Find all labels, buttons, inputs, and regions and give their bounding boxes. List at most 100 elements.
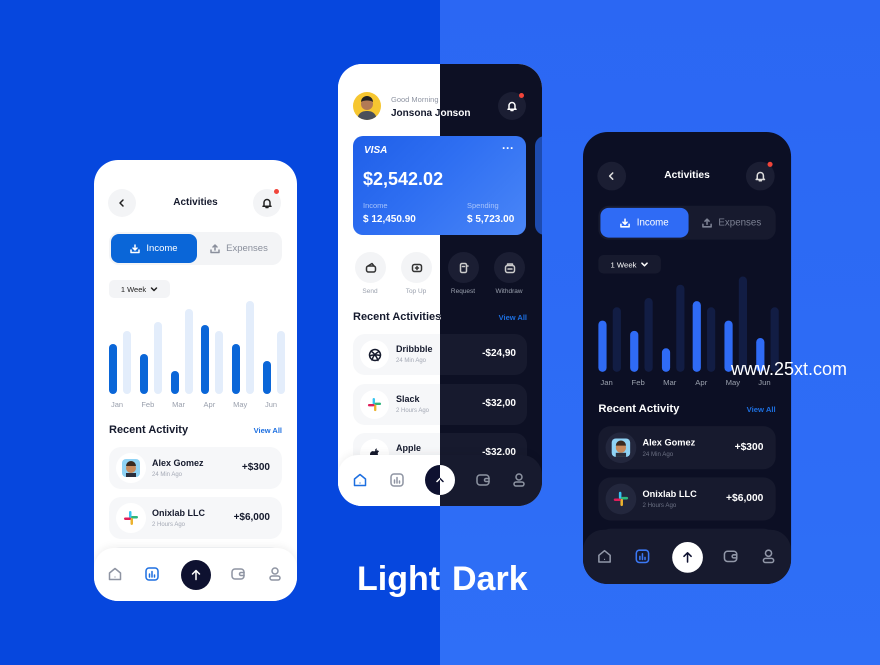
send-label: Send [362, 288, 378, 295]
month-label: May [233, 400, 248, 409]
nav-stats-icon[interactable] [144, 566, 160, 582]
wallet-send-icon [365, 262, 376, 273]
withdraw-icon [504, 262, 515, 273]
nav-wallet-icon[interactable] [475, 472, 491, 488]
nav-home-icon[interactable] [107, 566, 123, 582]
comparison-bar-mar[interactable] [675, 284, 685, 372]
month-label: Jan [600, 378, 613, 388]
top-up-button[interactable] [401, 252, 432, 283]
card-brand: VISA [364, 145, 388, 156]
dribbble-icon [360, 340, 389, 369]
top-up-label: Top Up [405, 288, 427, 295]
row-amount: -$24,90 [482, 348, 516, 359]
nav-stats-icon[interactable] [634, 548, 650, 564]
activity-row[interactable]: Onixlab LLC 2 Hours Ago +$6,000 [598, 477, 776, 521]
comparison-bar-may[interactable] [246, 301, 255, 394]
row-name: Alex Gomez [152, 458, 204, 468]
income-bar-feb[interactable] [629, 330, 639, 372]
nav-profile-icon[interactable] [760, 548, 776, 564]
send-button[interactable] [355, 252, 386, 283]
request-icon [459, 262, 469, 273]
row-amount: +$300 [241, 462, 270, 473]
comparison-bar-mar[interactable] [184, 309, 193, 394]
month-label: Apr [203, 400, 216, 409]
income-label: Income [363, 201, 388, 210]
user-avatar[interactable] [353, 92, 381, 120]
bottom-nav [583, 529, 792, 585]
comparison-bar-jun[interactable] [277, 331, 285, 394]
comparison-bar-jan[interactable] [123, 331, 131, 394]
activities-phone-dark: Activities Income Expenses 1 Week Jan Feb… [583, 132, 792, 585]
income-bar-apr[interactable] [693, 301, 702, 372]
nav-profile-icon[interactable] [511, 472, 527, 488]
memoji-avatar-icon [116, 453, 146, 483]
send-up-button[interactable] [181, 560, 211, 590]
watermark: www.25xt.com [731, 359, 848, 379]
nav-wallet-icon[interactable] [722, 548, 738, 564]
activity-row[interactable]: Onixlab LLC 2 Hours Ago +$6,000 [109, 497, 282, 539]
activity-row[interactable]: Alex Gomez 24 Min Ago +$300 [109, 447, 282, 489]
recent-activities-heading: Recent Activities [353, 311, 442, 323]
nav-stats-icon[interactable] [389, 472, 405, 488]
view-all-link[interactable]: View All [254, 426, 282, 435]
month-label: Jan [110, 400, 124, 409]
month-label: Jun [264, 400, 278, 409]
nav-home-icon[interactable] [352, 472, 368, 488]
more-options-icon[interactable]: ··· [502, 141, 514, 155]
home-phone: Good Morning Jonsona Jonson VISA ··· $2,… [338, 64, 542, 506]
slack-logo-icon [605, 483, 637, 515]
income-bar-jun[interactable] [263, 361, 271, 394]
income-bar-may[interactable] [232, 344, 241, 394]
row-amount: +$6,000 [726, 492, 764, 505]
arrow-up-icon [191, 569, 201, 581]
row-amount: -$32,00 [482, 398, 516, 409]
income-value: $ 12,450.90 [363, 214, 416, 225]
top-up-icon [411, 263, 422, 272]
next-card-peek[interactable] [535, 136, 542, 235]
bell-icon [507, 101, 517, 112]
view-all-link[interactable]: View All [499, 313, 527, 322]
nav-wallet-icon[interactable] [230, 566, 246, 582]
spending-value: $ 5,723.00 [467, 214, 515, 225]
activity-row[interactable]: Alex Gomez 24 Min Ago +$300 [598, 426, 776, 470]
caption-dark: Dark [452, 560, 528, 598]
nav-home-icon[interactable] [596, 548, 612, 564]
row-name: Alex Gomez [642, 437, 696, 448]
income-bar-mar[interactable] [661, 348, 670, 372]
send-up-button[interactable] [672, 542, 703, 573]
income-bar-mar[interactable] [170, 371, 179, 394]
income-bar-apr[interactable] [201, 325, 210, 394]
request-button[interactable] [448, 252, 479, 283]
month-label: Apr [695, 378, 708, 388]
income-bar-jan[interactable] [598, 320, 607, 372]
month-label: Feb [141, 400, 155, 409]
row-time: 2 Hours Ago [642, 503, 677, 510]
comparison-bar-may[interactable] [738, 276, 748, 372]
row-time: 24 Min Ago [642, 451, 674, 458]
withdraw-label: Withdraw [495, 288, 523, 295]
view-all-link[interactable]: View All [747, 405, 776, 414]
row-amount: +$6,000 [233, 512, 270, 523]
row-name: Onixlab LLC [152, 508, 206, 518]
row-name: Dribbble [396, 344, 433, 354]
slack-logo-icon [116, 503, 146, 533]
row-name: Slack [396, 394, 420, 404]
income-bar-jan[interactable] [109, 344, 117, 394]
request-label: Request [450, 288, 476, 295]
activity-bar-chart: Jan Feb Mar Apr May Jun [94, 160, 297, 420]
comparison-bar-jan[interactable] [612, 307, 621, 372]
comparison-bar-feb[interactable] [153, 322, 162, 394]
greeting: Good Morning [391, 95, 439, 104]
row-time: 24 Min Ago [396, 358, 427, 364]
comparison-bar-feb[interactable] [644, 298, 653, 372]
row-time: 2 Hours Ago [152, 522, 186, 528]
arrow-up-icon [683, 551, 692, 563]
withdraw-button[interactable] [494, 252, 525, 283]
income-bar-feb[interactable] [139, 354, 148, 394]
nav-profile-icon[interactable] [267, 566, 283, 582]
comparison-bar-apr[interactable] [215, 331, 224, 394]
card-balance: $2,542.02 [363, 169, 444, 189]
comparison-bar-apr[interactable] [707, 307, 716, 372]
row-name: Apple [396, 443, 422, 453]
slack-logo-icon [360, 390, 389, 419]
